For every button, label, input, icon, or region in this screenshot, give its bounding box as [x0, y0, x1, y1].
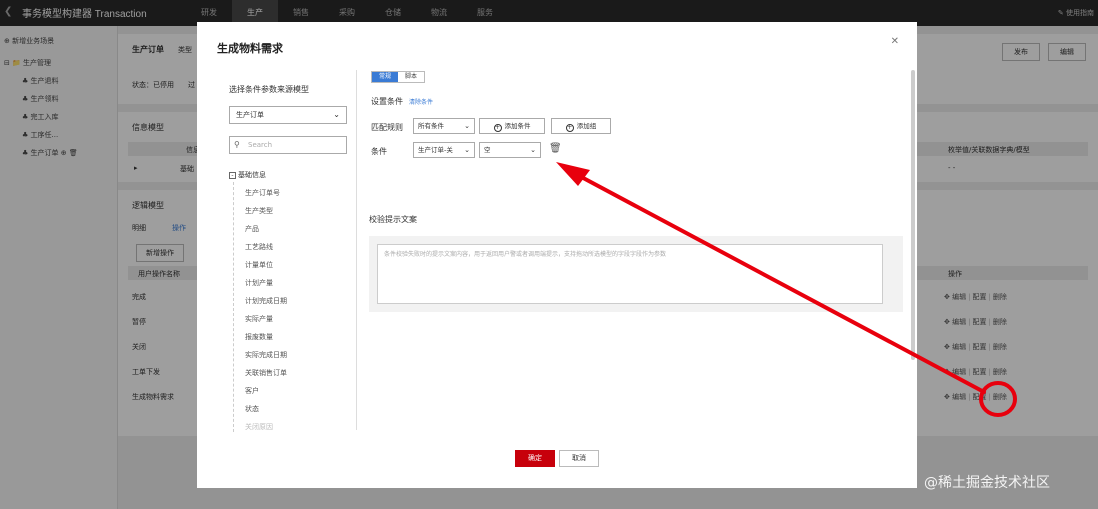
source-model-panel: 选择条件参数来源模型 生产订单 ⌄ ⚲ Search - 基础信息 生产订单号 生…: [197, 70, 357, 432]
tree-root-basic-info[interactable]: - 基础信息: [229, 170, 266, 180]
plus-circle-icon: +: [565, 124, 574, 132]
tree-item[interactable]: 实际产量: [245, 314, 273, 324]
condition-field-select[interactable]: 生产订单-关 ⌄: [413, 142, 475, 158]
add-group-button[interactable]: + 添加组: [551, 118, 611, 134]
condition-field-value: 生产订单-关: [418, 146, 453, 154]
condition-operator-select[interactable]: 空 ⌄: [479, 142, 541, 158]
source-model-label: 选择条件参数来源模型: [229, 85, 309, 94]
search-icon: ⚲: [234, 140, 240, 149]
tip-placeholder: 条件校验失败时的提示文案内容，用于返回用户警或者调用端提示，支持拖动所选模型的字…: [384, 251, 667, 258]
add-group-label: 添加组: [576, 122, 597, 130]
confirm-button[interactable]: 确定: [515, 450, 555, 467]
clear-condition-link[interactable]: 清除条件: [409, 97, 433, 106]
watermark: @稀土掘金技术社区: [924, 475, 1050, 491]
tree-item[interactable]: 生产订单号: [245, 188, 280, 198]
tip-text-container: 条件校验失败时的提示文案内容，用于返回用户警或者调用端提示，支持拖动所选模型的字…: [369, 236, 903, 312]
tree-item[interactable]: 生产类型: [245, 206, 273, 216]
plus-circle-icon: +: [493, 124, 502, 132]
trash-icon[interactable]: 🗑: [549, 143, 562, 154]
tip-text-label: 校验提示文案: [369, 215, 417, 224]
source-model-select[interactable]: 生产订单 ⌄: [229, 106, 347, 124]
dialog-title: 生成物料需求: [217, 42, 283, 55]
condition-operator-value: 空: [484, 146, 491, 154]
tree-item[interactable]: 计划完成日期: [245, 296, 287, 306]
tree-item[interactable]: 客户: [245, 386, 259, 396]
chevron-down-icon: ⌄: [530, 146, 536, 154]
tip-textarea[interactable]: 条件校验失败时的提示文案内容，用于返回用户警或者调用端提示，支持拖动所选模型的字…: [377, 244, 883, 304]
material-demand-dialog: 生成物料需求 ✕ 选择条件参数来源模型 生产订单 ⌄ ⚲ Search - 基础信…: [197, 22, 917, 488]
tree-item[interactable]: 关闭原因: [245, 422, 273, 432]
tab-normal[interactable]: 常规: [372, 72, 398, 82]
cancel-button[interactable]: 取消: [559, 450, 599, 467]
tree-item[interactable]: 工艺路线: [245, 242, 273, 252]
mode-switch: 常规 脚本: [371, 71, 425, 83]
tree-item[interactable]: 关联销售订单: [245, 368, 287, 378]
match-rule-select[interactable]: 所有条件 ⌄: [413, 118, 475, 134]
tree-item[interactable]: 计量单位: [245, 260, 273, 270]
tree-item[interactable]: 报废数量: [245, 332, 273, 342]
tree-item[interactable]: 实际完成日期: [245, 350, 287, 360]
tree-item[interactable]: 状态: [245, 404, 259, 414]
condition-label: 条件: [371, 147, 387, 156]
condition-panel: 常规 脚本 设置条件 清除条件 匹配规则 所有条件 ⌄ + 添加条件 + 添加组 条…: [369, 70, 909, 430]
chevron-down-icon: ⌄: [464, 122, 470, 130]
tree-root-label: 基础信息: [238, 171, 266, 179]
chevron-down-icon: ⌄: [333, 110, 340, 119]
field-search-input[interactable]: ⚲ Search: [229, 136, 347, 154]
add-condition-label: 添加条件: [504, 122, 531, 130]
source-model-value: 生产订单: [236, 111, 264, 119]
set-condition-label: 设置条件: [371, 97, 403, 106]
tree-connector: [233, 182, 234, 432]
tab-script[interactable]: 脚本: [398, 72, 424, 82]
add-condition-button[interactable]: + 添加条件: [479, 118, 545, 134]
match-rule-value: 所有条件: [418, 122, 444, 130]
close-icon[interactable]: ✕: [891, 36, 899, 47]
match-rule-label: 匹配规则: [371, 123, 403, 132]
tree-item[interactable]: 计划产量: [245, 278, 273, 288]
dialog-scrollbar[interactable]: [911, 70, 915, 360]
search-placeholder: Search: [248, 141, 273, 149]
collapse-icon[interactable]: -: [229, 172, 236, 179]
tree-item[interactable]: 产品: [245, 224, 259, 234]
chevron-down-icon: ⌄: [464, 146, 470, 154]
